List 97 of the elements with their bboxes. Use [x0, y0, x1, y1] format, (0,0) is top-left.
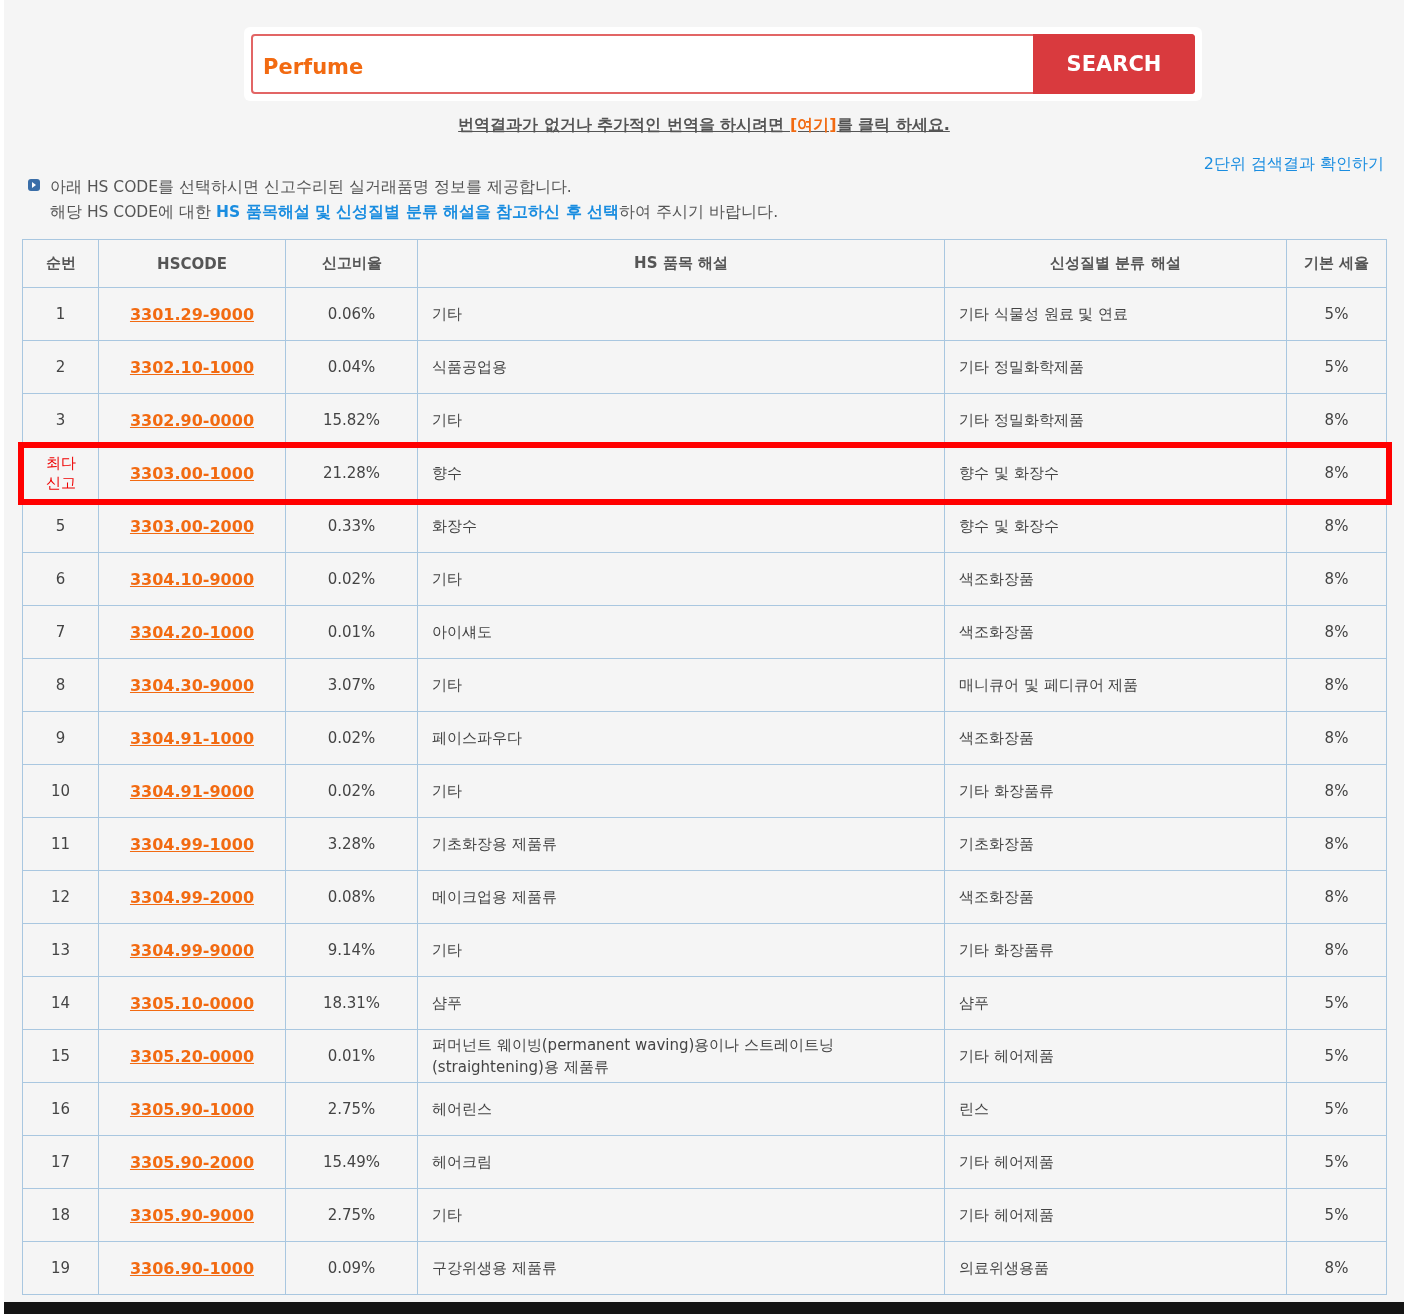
row-number: 13 — [50, 941, 71, 959]
row-number: 6 — [55, 570, 66, 588]
column-header: 신성질별 분류 해설 — [944, 239, 1287, 288]
here-link[interactable]: [여기] — [790, 115, 837, 134]
row-number: 16 — [50, 1100, 71, 1118]
table-cell: 아이섀도 — [417, 605, 945, 659]
row-number: 9 — [55, 729, 66, 747]
row-number: 7 — [55, 623, 66, 641]
table-cell: 2.75% — [285, 1082, 418, 1136]
row-number: 5 — [55, 517, 66, 535]
table-cell: 린스 — [944, 1082, 1287, 1136]
row-number: 19 — [50, 1259, 71, 1277]
table-cell: 구강위생용 제품류 — [417, 1241, 945, 1295]
table-cell: 헤어크림 — [417, 1135, 945, 1189]
row-number: 2 — [55, 358, 66, 376]
table-cell: 샴푸 — [417, 976, 945, 1030]
table-cell: 기타 헤어제품 — [944, 1188, 1287, 1242]
table-cell: 퍼머넌트 웨이빙(permanent waving)용이나 스트레이트닝(straightening)용 제품류 — [417, 1029, 945, 1083]
table-cell: 색조화장품 — [944, 870, 1287, 924]
row-number: 12 — [50, 888, 71, 906]
table-cell: 5% — [1286, 1135, 1387, 1189]
row-number: 18 — [50, 1206, 71, 1224]
table-cell: 5% — [1286, 340, 1387, 394]
table-cell: 기타 정밀화학제품 — [944, 340, 1287, 394]
table-cell: 기타 헤어제품 — [944, 1029, 1287, 1083]
search-button[interactable]: SEARCH — [1033, 34, 1195, 94]
table-cell: 메이크업용 제품류 — [417, 870, 945, 924]
table-cell: 0.02% — [285, 764, 418, 818]
table-cell: 기타 — [417, 764, 945, 818]
table-cell: 0.02% — [285, 711, 418, 765]
table-cell: 기초화장용 제품류 — [417, 817, 945, 871]
notice-text: 해당 HS CODE에 대한 HS 품목해설 및 신성질별 분류 해설을 참고하신 후 선택하여 주시기 바랍니다. — [50, 202, 779, 223]
table-cell: 0.01% — [285, 605, 418, 659]
table-cell: 5% — [1286, 1082, 1387, 1136]
table-cell: 8% — [1286, 711, 1387, 765]
table-cell: 기타 — [417, 658, 945, 712]
row-number: 17 — [50, 1153, 71, 1171]
table-cell: 식품공업용 — [417, 340, 945, 394]
table-cell: 샴푸 — [944, 976, 1287, 1030]
table-cell: 기타 — [417, 552, 945, 606]
column-header: 기본 세율 — [1286, 239, 1387, 288]
table-cell: 8% — [1286, 923, 1387, 977]
table-cell: 0.04% — [285, 340, 418, 394]
table-cell: 9.14% — [285, 923, 418, 977]
table-cell: 기타 — [417, 923, 945, 977]
table-cell: 0.06% — [285, 287, 418, 341]
row-number: 1 — [55, 305, 66, 323]
table-cell: 5% — [1286, 1029, 1387, 1083]
table-cell: 0.02% — [285, 552, 418, 606]
row-number: 최다 신고 — [44, 453, 77, 493]
table-cell: 8% — [1286, 870, 1387, 924]
table-cell: 색조화장품 — [944, 605, 1287, 659]
table-cell: 3.07% — [285, 658, 418, 712]
table-cell: 0.01% — [285, 1029, 418, 1083]
table-cell: 의료위생용품 — [944, 1241, 1287, 1295]
table-cell: 8% — [1286, 658, 1387, 712]
column-header: 신고비율 — [285, 239, 418, 288]
table-cell: 색조화장품 — [944, 552, 1287, 606]
table-cell: 0.08% — [285, 870, 418, 924]
table-cell: 5% — [1286, 976, 1387, 1030]
row-number: 15 — [50, 1047, 71, 1065]
table-cell: 8% — [1286, 1241, 1387, 1295]
table-cell: 8% — [1286, 817, 1387, 871]
column-header: HS 품목 해설 — [417, 239, 945, 288]
table-cell: 기타 화장품류 — [944, 764, 1287, 818]
row-number: 14 — [50, 994, 71, 1012]
table-cell: 8% — [1286, 605, 1387, 659]
table-cell: 기타 — [417, 287, 945, 341]
level2-results-link[interactable]: 2단위 검색결과 확인하기 — [1203, 154, 1384, 175]
translate-note: 번역결과가 없거나 추가적인 번역을 하시려면 [여기]를 클릭 하세요. — [457, 115, 951, 136]
table-cell: 기타 — [417, 1188, 945, 1242]
row-number: 8 — [55, 676, 66, 694]
table-cell: 기타 화장품류 — [944, 923, 1287, 977]
column-header: HSCODE — [98, 239, 286, 288]
row-number: 11 — [50, 835, 71, 853]
table-cell: 색조화장품 — [944, 711, 1287, 765]
table-cell: 3.28% — [285, 817, 418, 871]
table-cell: 5% — [1286, 287, 1387, 341]
row-number: 10 — [50, 782, 71, 800]
table-cell: 헤어린스 — [417, 1082, 945, 1136]
table-cell: 5% — [1286, 1188, 1387, 1242]
table-cell: 페이스파우다 — [417, 711, 945, 765]
search-field[interactable]: Perfume SEARCH — [251, 34, 1195, 94]
table-cell: 8% — [1286, 764, 1387, 818]
table-cell: 2.75% — [285, 1188, 418, 1242]
bullet-icon — [28, 179, 40, 191]
column-header: 순번 — [22, 239, 99, 288]
table-cell: 기초화장품 — [944, 817, 1287, 871]
table-cell: 8% — [1286, 552, 1387, 606]
table-cell: 15.49% — [285, 1135, 418, 1189]
notice-text: 아래 HS CODE를 선택하시면 신고수리된 실거래품명 정보를 제공합니다. — [50, 177, 573, 198]
table-cell: 0.09% — [285, 1241, 418, 1295]
row-number: 3 — [55, 411, 66, 429]
table-cell: 18.31% — [285, 976, 418, 1030]
table-cell: 기타 식물성 원료 및 연료 — [944, 287, 1287, 341]
table-cell: 기타 헤어제품 — [944, 1135, 1287, 1189]
table-cell: 매니큐어 및 페디큐어 제품 — [944, 658, 1287, 712]
